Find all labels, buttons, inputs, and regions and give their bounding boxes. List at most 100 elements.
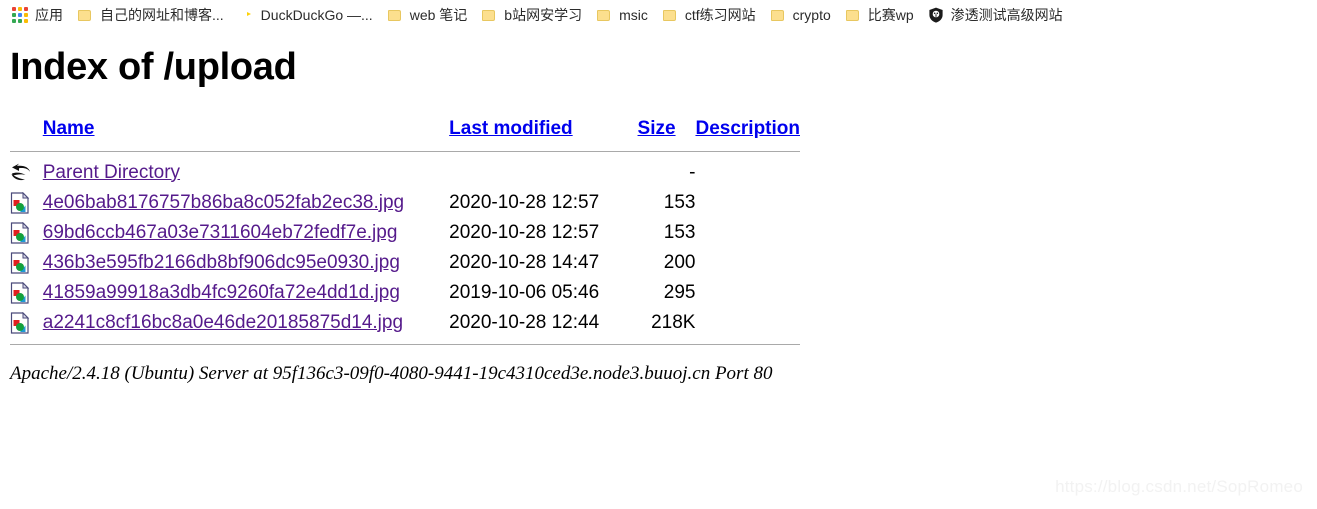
watermark: https://blog.csdn.net/SopRomeo: [1055, 477, 1303, 496]
listing-footer: [10, 338, 800, 345]
directory-listing-table: Name Last modified Size Description Pare…: [10, 114, 800, 345]
row-name-cell: a2241c8cf16bc8a0e46de20185875d14.jpg: [43, 308, 449, 338]
image-file-icon: [10, 311, 43, 334]
header-size-column: Size: [638, 114, 696, 147]
bookmark-label: ctf练习网站: [684, 7, 756, 23]
folder-icon: [763, 7, 786, 23]
apps-grid-icon: [12, 7, 28, 23]
header-last-modified-column: Last modified: [449, 114, 637, 147]
header-separator-cell: [10, 147, 800, 158]
bookmark-item-1[interactable]: 自己的网址和博客...: [71, 3, 230, 27]
table-row: a2241c8cf16bc8a0e46de20185875d14.jpg 2020…: [10, 308, 800, 338]
sort-by-description-link[interactable]: Description: [695, 118, 800, 139]
table-row: 41859a99918a3db4fc9260fa72e4dd1d.jpg 2019…: [10, 278, 800, 308]
bookmark-item-8[interactable]: 比赛wp: [838, 3, 920, 27]
bookmark-item-2[interactable]: DuckDuckGo —...: [232, 3, 379, 27]
parent-directory-icon: [10, 163, 43, 183]
row-name-cell: 436b3e595fb2166db8bf906dc95e0930.jpg: [43, 248, 449, 278]
bookmark-item-9[interactable]: 渗透测试高级网站: [922, 3, 1069, 27]
row-name-cell: 4e06bab8176757b86ba8c052fab2ec38.jpg: [43, 188, 449, 218]
row-name-cell: Parent Directory: [43, 158, 449, 188]
file-link[interactable]: 41859a99918a3db4fc9260fa72e4dd1d.jpg: [43, 282, 400, 303]
folder-icon: [655, 7, 678, 23]
shield-icon: [928, 7, 944, 23]
image-file-icon: [10, 251, 43, 274]
row-last-modified-cell: 2020-10-28 12:57: [449, 191, 600, 213]
row-size-cell: 218K: [651, 311, 696, 333]
file-link[interactable]: 4e06bab8176757b86ba8c052fab2ec38.jpg: [43, 192, 404, 213]
folder-icon: [380, 7, 403, 23]
header-description-column: Description: [695, 114, 800, 147]
bookmark-label: 比赛wp: [867, 7, 914, 23]
server-signature: Apache/2.4.18 (Ubuntu) Server at 95f136c…: [10, 362, 773, 384]
row-icon-cell: [10, 188, 43, 218]
footer-separator-row: [10, 338, 800, 345]
row-icon-cell: [10, 278, 43, 308]
sort-by-name-link[interactable]: Name: [43, 118, 95, 139]
row-icon-cell: [10, 158, 43, 188]
bookmark-item-7[interactable]: crypto: [763, 3, 837, 27]
bookmark-label: b站网安学习: [504, 7, 583, 23]
header-icon-column: [10, 114, 43, 147]
table-row: 4e06bab8176757b86ba8c052fab2ec38.jpg 2020…: [10, 188, 800, 218]
sort-by-size-link[interactable]: Size: [638, 118, 676, 139]
parent-directory-link[interactable]: Parent Directory: [43, 162, 180, 183]
bookmark-item-0[interactable]: 应用: [6, 3, 69, 27]
row-last-modified-cell: 2020-10-28 12:44: [449, 311, 600, 333]
image-file-icon: [10, 191, 43, 214]
table-row: 69bd6ccb467a03e7311604eb72fedf7e.jpg 2020…: [10, 218, 800, 248]
bookmark-item-4[interactable]: b站网安学习: [475, 3, 588, 27]
row-name-cell: 69bd6ccb467a03e7311604eb72fedf7e.jpg: [43, 218, 449, 248]
row-icon-cell: [10, 248, 43, 278]
file-link[interactable]: a2241c8cf16bc8a0e46de20185875d14.jpg: [43, 312, 403, 333]
row-description-cell: [695, 218, 800, 248]
listing-header-row: Name Last modified Size Description: [10, 114, 800, 147]
folder-icon: [838, 7, 861, 23]
folder-icon: [71, 7, 93, 23]
horizontal-rule-top: [10, 150, 800, 152]
file-link[interactable]: 436b3e595fb2166db8bf906dc95e0930.jpg: [43, 252, 400, 273]
header-name-column: Name: [43, 114, 449, 147]
folder-icon: [475, 7, 497, 23]
table-row: Parent Directory -: [10, 158, 800, 188]
page-content: Index of /upload Name Last modified Size…: [0, 46, 1317, 385]
file-link[interactable]: 69bd6ccb467a03e7311604eb72fedf7e.jpg: [43, 222, 398, 243]
bookmark-label: 渗透测试高级网站: [950, 7, 1063, 23]
row-description-cell: [695, 278, 800, 308]
row-description-cell: [695, 308, 800, 338]
row-name-cell: 41859a99918a3db4fc9260fa72e4dd1d.jpg: [43, 278, 449, 308]
sort-by-last-modified-link[interactable]: Last modified: [449, 118, 573, 139]
footer-separator-cell: [10, 338, 800, 345]
bookmark-label: 自己的网址和博客...: [100, 7, 224, 23]
bookmark-label: 应用: [35, 7, 63, 23]
table-row: 436b3e595fb2166db8bf906dc95e0930.jpg 2020…: [10, 248, 800, 278]
row-description-cell: [695, 248, 800, 278]
bookmark-item-5[interactable]: msic: [590, 3, 654, 27]
row-last-modified-cell: [449, 158, 637, 188]
row-icon-cell: [10, 218, 43, 248]
row-icon-cell: [10, 308, 43, 338]
bookmark-label: crypto: [792, 7, 831, 23]
header-separator-row: [10, 147, 800, 158]
row-size-cell: -: [689, 161, 696, 183]
row-last-modified-cell: 2020-10-28 14:47: [449, 251, 600, 273]
row-last-modified-cell: 2020-10-28 12:57: [449, 221, 600, 243]
image-file-icon: [10, 221, 43, 244]
page-title: Index of /upload: [10, 46, 297, 88]
bookmark-label: web 笔记: [409, 7, 468, 23]
horizontal-rule-bottom: [10, 343, 800, 345]
row-description-cell: [695, 188, 800, 218]
row-size-cell: 153: [663, 221, 696, 243]
folder-icon: [590, 7, 612, 23]
bookmark-item-6[interactable]: ctf练习网站: [655, 3, 762, 27]
image-file-icon: [10, 281, 43, 304]
listing-header: Name Last modified Size Description: [10, 114, 800, 158]
listing-body: Parent Directory - 4e06bab8176757b86ba8c05…: [10, 158, 800, 338]
bookmark-item-3[interactable]: web 笔记: [380, 3, 474, 27]
row-size-cell: 153: [663, 191, 696, 213]
bookmark-label: msic: [619, 7, 648, 23]
duckduckgo-icon: [238, 7, 254, 23]
row-size-cell: 295: [663, 281, 696, 303]
row-size-cell: 200: [663, 251, 696, 273]
row-last-modified-cell: 2019-10-06 05:46: [449, 281, 600, 303]
